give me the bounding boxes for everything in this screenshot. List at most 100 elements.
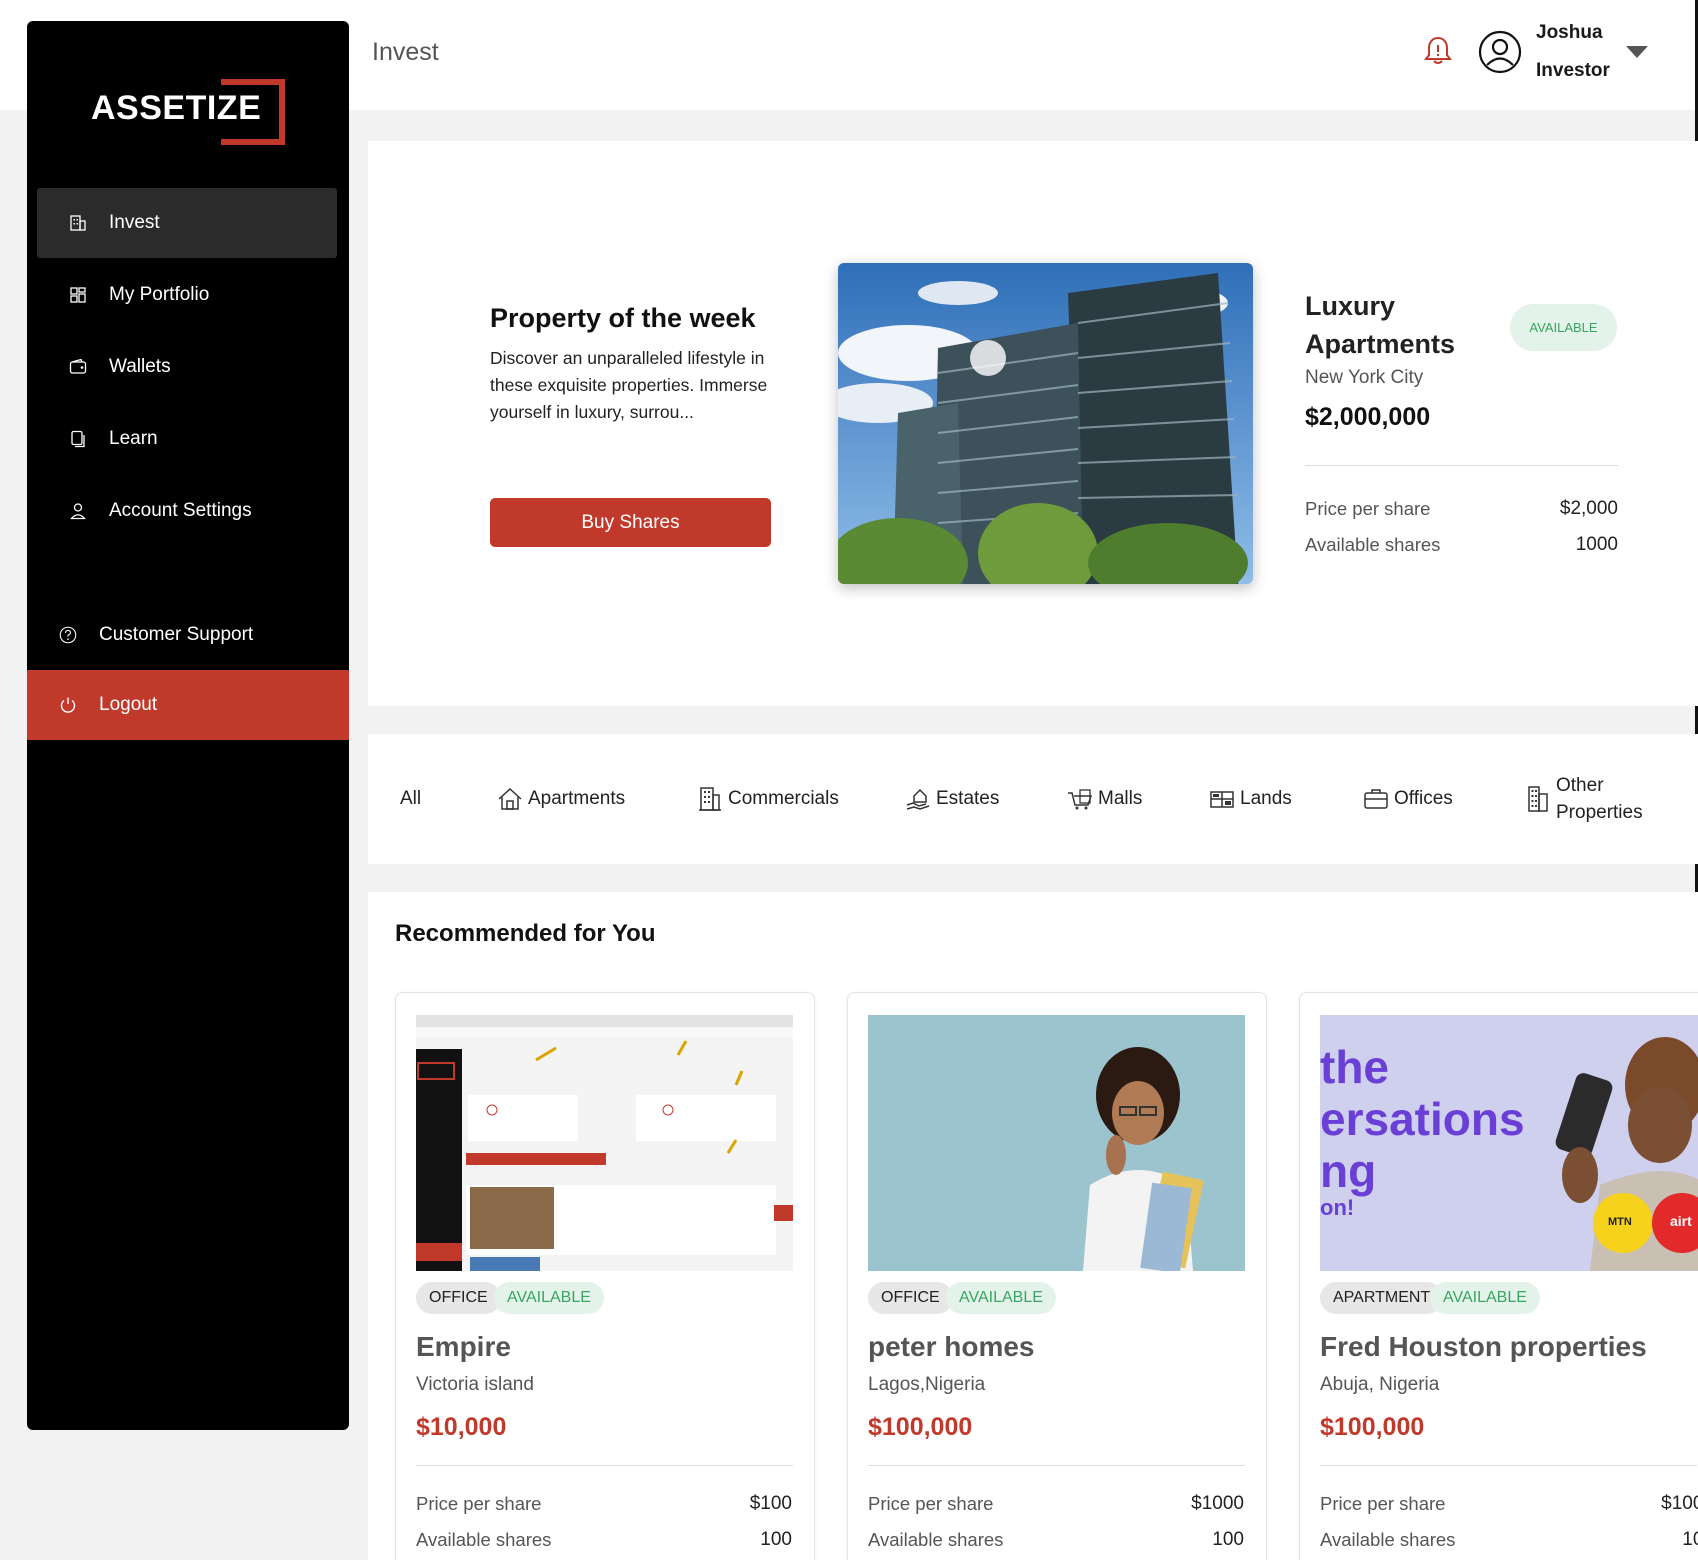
featured-heading: Property of the week [490, 303, 756, 333]
available-shares-value: 100 [1212, 1529, 1244, 1550]
sidebar-item-learn[interactable]: Learn [37, 404, 337, 474]
category-label: Offices [1394, 788, 1453, 809]
category-label: Other Properties [1556, 775, 1643, 823]
sidebar-item-portfolio[interactable]: My Portfolio [37, 260, 337, 330]
price-per-share-label: Price per share [416, 1493, 542, 1514]
status-badge: AVAILABLE [946, 1282, 1056, 1314]
property-name: Empire [416, 1331, 511, 1362]
property-type-tag: APARTMENT [1320, 1282, 1444, 1314]
property-type-tag: OFFICE [868, 1282, 953, 1314]
property-type-tag: OFFICE [416, 1282, 501, 1314]
user-avatar-icon[interactable] [1478, 30, 1522, 74]
property-price: $100,000 [868, 1413, 973, 1441]
sidebar-item-customer-support[interactable]: Customer Support [37, 600, 337, 670]
mall-cart-icon [1066, 785, 1094, 813]
category-malls[interactable]: Malls [1066, 734, 1142, 864]
wallet-icon [69, 358, 87, 376]
category-commercials[interactable]: Commercials [696, 734, 839, 864]
property-card[interactable]: OFFICE AVAILABLE Empire Victoria island … [395, 992, 815, 1560]
available-shares-value: 100 [1682, 1529, 1698, 1550]
estate-hand-icon [904, 785, 932, 813]
price-per-share-value: $100 [749, 1493, 792, 1514]
price-per-share-value: $1000 [1661, 1493, 1698, 1514]
logo-text: ASSETIZE [91, 89, 262, 127]
category-other-properties[interactable]: Other Properties [1524, 734, 1654, 864]
category-label: Lands [1240, 788, 1292, 809]
status-badge: AVAILABLE [494, 1282, 604, 1314]
price-per-share-value: $2,000 [1559, 498, 1618, 519]
property-name: peter homes [868, 1331, 1035, 1362]
image-text: ersations [1320, 1093, 1525, 1145]
available-shares-label: Available shares [868, 1529, 1004, 1550]
category-filter-bar: All Apartments Commercials Estates Malls… [368, 734, 1698, 864]
category-apartments[interactable]: Apartments [496, 734, 625, 864]
brand-logo[interactable]: ASSETIZE [91, 79, 291, 149]
divider [868, 1465, 1245, 1466]
property-location: Victoria island [416, 1374, 534, 1395]
image-text: the [1320, 1041, 1389, 1093]
category-label: Apartments [528, 788, 626, 809]
sidebar-item-account-settings[interactable]: Account Settings [37, 476, 337, 546]
price-per-share-label: Price per share [1305, 498, 1431, 519]
grid-icon [69, 286, 87, 304]
user-name: Joshua [1536, 22, 1603, 43]
divider [416, 1465, 793, 1466]
sidebar-item-wallets[interactable]: Wallets [37, 332, 337, 402]
price-per-share-label: Price per share [1320, 1493, 1446, 1514]
divider [1305, 465, 1618, 466]
sidebar-item-label: My Portfolio [109, 284, 210, 305]
user-menu-caret-icon[interactable] [1626, 46, 1648, 58]
user-role: Investor [1536, 60, 1610, 81]
category-offices[interactable]: Offices [1362, 734, 1453, 864]
divider [1320, 1465, 1697, 1466]
property-of-the-week-card: Property of the week Discover an unparal… [368, 141, 1698, 706]
category-estates[interactable]: Estates [904, 734, 999, 864]
image-text: ng [1320, 1145, 1377, 1197]
available-shares-value: 1000 [1575, 534, 1618, 555]
image-text: on! [1320, 1195, 1355, 1220]
category-lands[interactable]: Lands [1208, 734, 1292, 864]
airtel-logo: airt [1670, 1213, 1692, 1229]
category-label: Commercials [728, 788, 839, 809]
building-icon [69, 214, 87, 232]
category-label: Malls [1098, 788, 1143, 809]
featured-property-image[interactable] [838, 263, 1253, 584]
category-label: Estates [936, 788, 1000, 809]
status-badge: AVAILABLE [1510, 304, 1617, 351]
sidebar-item-label: Customer Support [99, 624, 254, 645]
featured-city: New York City [1305, 367, 1424, 388]
featured-description: Discover an unparalleled lifestyle in th… [490, 348, 768, 422]
property-price: $100,000 [1320, 1413, 1425, 1441]
book-icon [69, 430, 87, 448]
price-per-share-value: $1000 [1191, 1493, 1244, 1514]
available-shares-label: Available shares [1305, 534, 1441, 555]
property-card[interactable]: the ersations ng on! MTN airt APARTMENT … [1299, 992, 1698, 1560]
property-location: Lagos,Nigeria [868, 1374, 986, 1395]
section-title: Recommended for You [395, 920, 656, 947]
property-card[interactable]: OFFICE AVAILABLE peter homes Lagos,Niger… [847, 992, 1267, 1560]
commercial-building-icon [696, 785, 724, 813]
property-image [416, 1015, 793, 1271]
logout-button[interactable]: Logout [27, 670, 349, 740]
sidebar-item-label: Invest [109, 212, 160, 233]
category-all[interactable]: All [400, 734, 421, 864]
category-label: All [400, 788, 422, 809]
notification-bell-icon[interactable] [1421, 34, 1455, 68]
question-icon [59, 626, 77, 644]
available-shares-value: 100 [760, 1529, 792, 1550]
available-shares-label: Available shares [416, 1529, 552, 1550]
logout-label: Logout [99, 694, 158, 715]
page-title: Invest [372, 38, 439, 66]
property-price: $10,000 [416, 1413, 507, 1441]
power-icon [59, 696, 77, 714]
sidebar-item-label: Account Settings [109, 500, 252, 521]
house-icon [496, 785, 524, 813]
status-badge: AVAILABLE [1430, 1282, 1540, 1314]
sidebar-item-invest[interactable]: Invest [37, 188, 337, 258]
property-name: Fred Houston properties [1320, 1331, 1647, 1362]
mtn-logo: MTN [1608, 1216, 1632, 1228]
price-per-share-label: Price per share [868, 1493, 994, 1514]
buy-shares-button[interactable]: Buy Shares [490, 498, 771, 547]
sidebar: ASSETIZE Invest My Portfolio Wallets Lea… [27, 21, 349, 1430]
featured-price: $2,000,000 [1305, 403, 1431, 431]
